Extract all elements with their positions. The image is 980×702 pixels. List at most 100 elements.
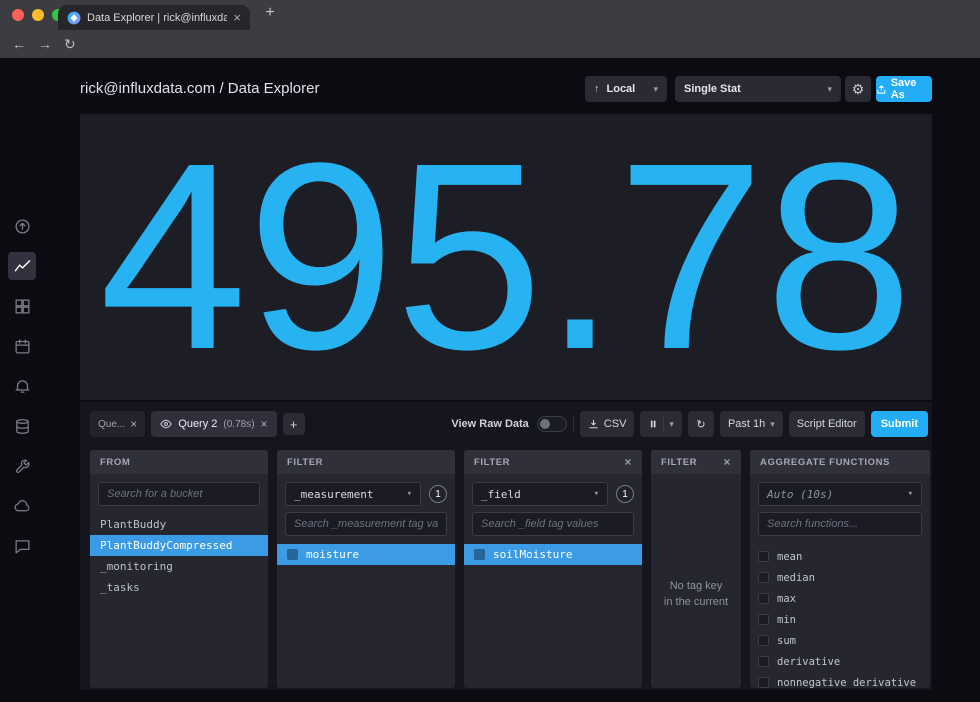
query-tab-2-active[interactable]: Query 2 (0.78s) × — [151, 411, 276, 437]
checkbox[interactable] — [758, 656, 769, 667]
window-controls — [12, 9, 64, 21]
download-csv-button[interactable]: CSV — [580, 411, 635, 437]
influxdb-app: rick@influxdata.com / Data Explorer ↑ Lo… — [0, 58, 980, 702]
checkbox[interactable] — [758, 551, 769, 562]
from-card-header: FROM — [90, 450, 268, 474]
chevron-down-icon: ▾ — [827, 84, 832, 95]
selected-count-badge: 1 — [429, 485, 447, 503]
list-item-function[interactable]: nonnegative derivative — [758, 672, 922, 688]
list-item-function[interactable]: max — [758, 588, 922, 609]
empty-line-1: No tag key — [659, 578, 733, 594]
add-query-button[interactable]: + — [283, 413, 305, 435]
sidebar-item-settings[interactable] — [8, 452, 36, 480]
save-as-button[interactable]: Save As — [876, 76, 932, 102]
close-icon[interactable]: × — [261, 417, 268, 431]
bell-icon — [14, 378, 31, 395]
function-list: mean median max min sum derivative nonne… — [758, 546, 922, 688]
sidebar-item-tasks[interactable] — [8, 332, 36, 360]
browser-tab-strip: Data Explorer | rick@influxdat × + — [0, 0, 980, 30]
cloud-icon — [14, 498, 31, 515]
aggregate-card-title: AGGREGATE FUNCTIONS — [760, 457, 890, 468]
sidebar-item-buckets[interactable] — [8, 412, 36, 440]
graph-icon — [14, 258, 31, 275]
tab-title: Data Explorer | rick@influxdat — [87, 12, 227, 24]
aggregate-functions-card: AGGREGATE FUNCTIONS Auto (10s) ▾ mean me… — [750, 450, 930, 688]
function-label: mean — [777, 551, 802, 563]
checkbox[interactable] — [758, 677, 769, 688]
tag-value-search-input[interactable] — [472, 512, 634, 536]
list-item-bucket[interactable]: PlantBuddy — [90, 514, 268, 535]
back-icon[interactable]: ← — [12, 36, 26, 52]
tag-key-dropdown[interactable]: _measurement ▾ — [285, 482, 421, 506]
close-icon[interactable]: × — [130, 417, 137, 431]
list-item-tag-value-selected[interactable]: soilMoisture — [464, 544, 642, 565]
tag-value-search-input[interactable] — [285, 512, 447, 536]
list-item-tag-value-selected[interactable]: moisture — [277, 544, 455, 565]
pause-refresh-button[interactable]: ▾ — [640, 411, 682, 437]
function-search-input[interactable] — [758, 512, 922, 536]
browser-tab[interactable]: Data Explorer | rick@influxdat × — [58, 5, 250, 30]
list-item-function[interactable]: min — [758, 609, 922, 630]
time-range-dropdown[interactable]: Past 1h ▾ — [720, 411, 783, 437]
sidebar-item-alerts[interactable] — [8, 372, 36, 400]
grid-icon — [14, 298, 31, 315]
filter-card-header: FILTER × — [464, 450, 642, 474]
query-builder-section: Que... × Query 2 (0.78s) × + View Raw Da… — [80, 402, 932, 690]
list-item-function[interactable]: median — [758, 567, 922, 588]
bucket-search-input[interactable] — [98, 482, 260, 506]
sidebar-item-cloud[interactable] — [8, 492, 36, 520]
submit-button[interactable]: Submit — [871, 411, 928, 437]
save-as-label: Save As — [891, 77, 932, 101]
script-editor-button[interactable]: Script Editor — [789, 411, 865, 437]
list-item-bucket[interactable]: _monitoring — [90, 556, 268, 577]
checkbox[interactable] — [758, 593, 769, 604]
list-item-function[interactable]: sum — [758, 630, 922, 651]
checkbox-checked[interactable] — [474, 549, 485, 560]
chevron-down-icon: ▾ — [407, 489, 412, 499]
checkbox-checked[interactable] — [287, 549, 298, 560]
sidebar-item-feedback[interactable] — [8, 532, 36, 560]
tag-key-dropdown[interactable]: _field ▾ — [472, 482, 608, 506]
refresh-button[interactable]: ↻ — [688, 411, 714, 437]
sidebar-item-load-data[interactable] — [8, 212, 36, 240]
bucket-list: PlantBuddy PlantBuddyCompressed _monitor… — [90, 514, 268, 598]
time-range-label: Past 1h — [728, 418, 765, 430]
checkbox[interactable] — [758, 572, 769, 583]
tag-key-label: _field — [481, 488, 521, 501]
view-raw-data-toggle[interactable] — [537, 416, 567, 432]
page-title-breadcrumb: rick@influxdata.com / Data Explorer — [80, 80, 319, 97]
eye-icon[interactable] — [160, 418, 172, 430]
minimize-window-button[interactable] — [32, 9, 44, 21]
bucket-name: _tasks — [100, 581, 140, 594]
function-label: max — [777, 593, 796, 605]
list-item-bucket[interactable]: _tasks — [90, 577, 268, 598]
remove-filter-icon[interactable]: × — [723, 455, 731, 469]
query-tab-1[interactable]: Que... × — [90, 411, 145, 437]
checkbox[interactable] — [758, 614, 769, 625]
view-raw-data-label: View Raw Data — [451, 418, 528, 430]
close-window-button[interactable] — [12, 9, 24, 21]
timezone-dropdown[interactable]: ↑ Local ▾ — [585, 76, 667, 102]
sidebar-item-dashboards[interactable] — [8, 292, 36, 320]
query-duration: (0.78s) — [223, 419, 254, 430]
new-tab-button[interactable]: + — [260, 4, 280, 24]
filter-card-body: _measurement ▾ 1 moisture — [277, 474, 455, 573]
sidebar-item-data-explorer[interactable] — [8, 252, 36, 280]
window-period-dropdown[interactable]: Auto (10s) ▾ — [758, 482, 922, 506]
tab-close-icon[interactable]: × — [233, 11, 241, 24]
filter-card-body: _field ▾ 1 soilMoisture — [464, 474, 642, 573]
app-sidebar — [8, 212, 36, 560]
chevron-down-icon: ▾ — [653, 84, 658, 95]
visualization-type-dropdown[interactable]: Single Stat ▾ — [675, 76, 841, 102]
remove-filter-icon[interactable]: × — [624, 455, 632, 469]
function-label: sum — [777, 635, 796, 647]
checkbox[interactable] — [758, 635, 769, 646]
forward-icon[interactable]: → — [38, 36, 52, 52]
list-item-function[interactable]: mean — [758, 546, 922, 567]
reload-icon[interactable]: ↻ — [64, 36, 76, 53]
chevron-down-icon: ▾ — [770, 419, 775, 430]
list-item-bucket-selected[interactable]: PlantBuddyCompressed — [90, 535, 268, 556]
customize-button[interactable]: ⚙ — [845, 76, 871, 102]
list-item-function[interactable]: derivative — [758, 651, 922, 672]
database-icon — [14, 418, 31, 435]
